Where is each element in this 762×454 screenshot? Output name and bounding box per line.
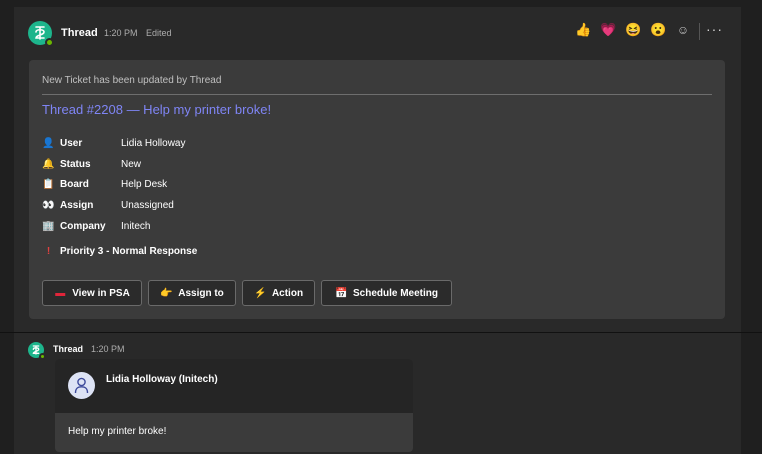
- reaction-bar: 👍 💗 😆 😮 ☺: [575, 22, 691, 38]
- assign-to-button[interactable]: 👉 Assign to: [148, 280, 236, 306]
- pointing-hand-icon: 👉: [160, 287, 173, 299]
- presence-available-icon: [39, 353, 46, 360]
- fact-key: Company: [60, 221, 106, 232]
- view-in-psa-button[interactable]: ▬ View in PSA: [42, 280, 142, 306]
- add-reaction-icon[interactable]: ☺: [675, 22, 691, 38]
- ticket-title-link[interactable]: Thread #2208 — Help my printer broke!: [42, 102, 271, 117]
- fact-value: Help Desk: [121, 179, 168, 190]
- like-reaction-icon[interactable]: 👍: [575, 22, 591, 38]
- timestamp: 1:20 PM: [91, 344, 125, 354]
- schedule-meeting-button[interactable]: 📅 Schedule Meeting: [321, 280, 452, 306]
- user-icon: 👤: [42, 138, 55, 149]
- fact-value: New: [121, 159, 142, 170]
- bot-avatar[interactable]: [28, 342, 46, 360]
- sender-name[interactable]: Thread: [61, 27, 98, 39]
- fact-key: Assign: [60, 200, 94, 211]
- card-subtitle: New Ticket has been updated by Thread: [42, 75, 222, 86]
- fact-value: Initech: [121, 221, 151, 232]
- exclamation-icon: !: [46, 246, 51, 257]
- calendar-icon: 📅: [334, 287, 348, 299]
- edited-label: Edited: [146, 28, 172, 38]
- message-1: Thread 1:20 PM Edited 👍 💗 😆 😮 ☺ ··· New …: [14, 7, 741, 332]
- presence-available-icon: [45, 38, 54, 47]
- action-button[interactable]: ⚡ Action: [242, 280, 315, 306]
- eyes-icon: 👀: [42, 200, 55, 211]
- clipboard-icon: 📋: [42, 179, 55, 190]
- ticket-card: New Ticket has been updated by Thread Th…: [29, 60, 725, 319]
- request-card-header: Lidia Holloway (Initech): [55, 359, 413, 413]
- surprised-reaction-icon[interactable]: 😮: [650, 22, 666, 38]
- person-avatar[interactable]: [68, 372, 95, 399]
- more-options-icon[interactable]: ···: [706, 21, 723, 37]
- laugh-reaction-icon[interactable]: 😆: [625, 22, 641, 38]
- bell-icon: 🔔: [42, 159, 55, 170]
- card-divider: [42, 94, 712, 95]
- fact-key: Board: [60, 179, 89, 190]
- fact-value: Unassigned: [121, 200, 174, 211]
- office-building-icon: 🏢: [42, 221, 55, 232]
- fact-value: Lidia Holloway: [121, 138, 186, 149]
- priority-label: Priority 3 - Normal Response: [60, 246, 198, 257]
- button-label: View in PSA: [72, 287, 130, 299]
- bot-avatar[interactable]: [28, 21, 54, 47]
- person-icon: [74, 377, 89, 394]
- reaction-divider: [699, 23, 700, 40]
- sender-name[interactable]: Thread: [53, 344, 83, 354]
- button-label: Action: [271, 287, 304, 299]
- request-card: Lidia Holloway (Initech) Help my printer…: [55, 359, 413, 452]
- timestamp: 1:20 PM: [104, 28, 138, 38]
- requester-name: Lidia Holloway (Initech): [106, 374, 218, 385]
- button-label: Schedule Meeting: [352, 287, 438, 299]
- fact-key: User: [60, 138, 83, 149]
- fact-key: Status: [60, 159, 91, 170]
- lightning-icon: ⚡: [253, 287, 267, 299]
- ticket-icon: ▬: [55, 287, 66, 299]
- request-text: Help my printer broke!: [68, 426, 167, 437]
- message-2: Thread 1:20 PM Lidia Holloway (Initech) …: [14, 333, 741, 454]
- button-label: Assign to: [178, 287, 224, 299]
- heart-reaction-icon[interactable]: 💗: [600, 22, 616, 38]
